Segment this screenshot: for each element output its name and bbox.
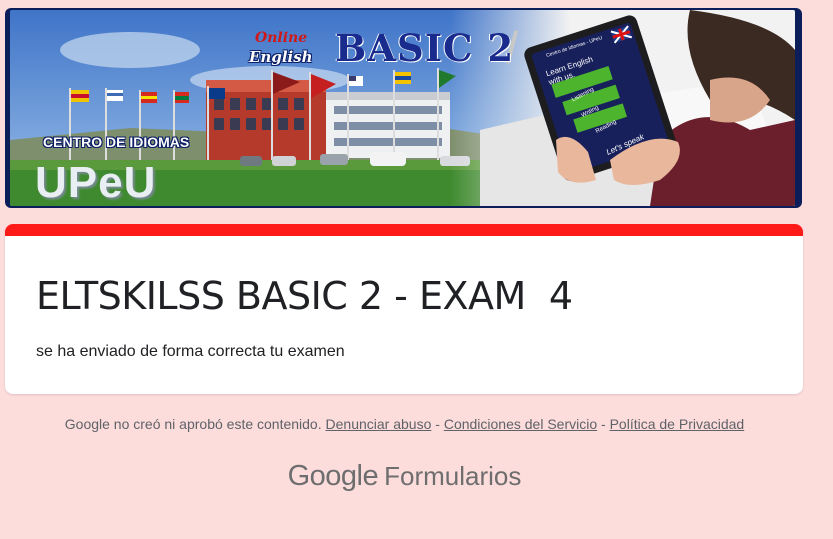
google-forms-logo[interactable]: Google Formularios	[0, 460, 809, 493]
footer-disclaimer: Google no creó ni aprobó este contenido.	[64, 416, 322, 432]
brand-product-text: Formularios	[384, 461, 522, 491]
banner-english-text: English	[249, 48, 313, 66]
confirmation-message: se ha enviado de forma correcta tu exame…	[36, 343, 345, 360]
terms-of-service-link[interactable]: Condiciones del Servicio	[444, 416, 597, 432]
footer-links: Google no creó ni aprobó este contenido.…	[0, 416, 809, 432]
footer-separator: -	[435, 416, 440, 432]
brand-google-text: Google	[287, 460, 379, 492]
form-title: ELTSKILSS BASIC 2 - EXAM 4	[36, 274, 573, 318]
banner-centro-text: CENTRO DE IDIOMAS	[43, 134, 190, 150]
card-accent-bar	[5, 224, 803, 236]
banner-level-text: BASIC 2	[335, 26, 515, 70]
banner-logo-text: UPeU	[35, 158, 157, 207]
header-banner-image: Online English BASIC 2 CENTRO DE IDIOMAS…	[5, 8, 802, 208]
banner-online-text: Online	[255, 30, 308, 46]
confirmation-card: ELTSKILSS BASIC 2 - EXAM 4 se ha enviado…	[5, 224, 803, 394]
footer-separator: -	[601, 416, 606, 432]
report-abuse-link[interactable]: Denunciar abuso	[326, 416, 432, 432]
privacy-policy-link[interactable]: Política de Privacidad	[610, 416, 745, 432]
